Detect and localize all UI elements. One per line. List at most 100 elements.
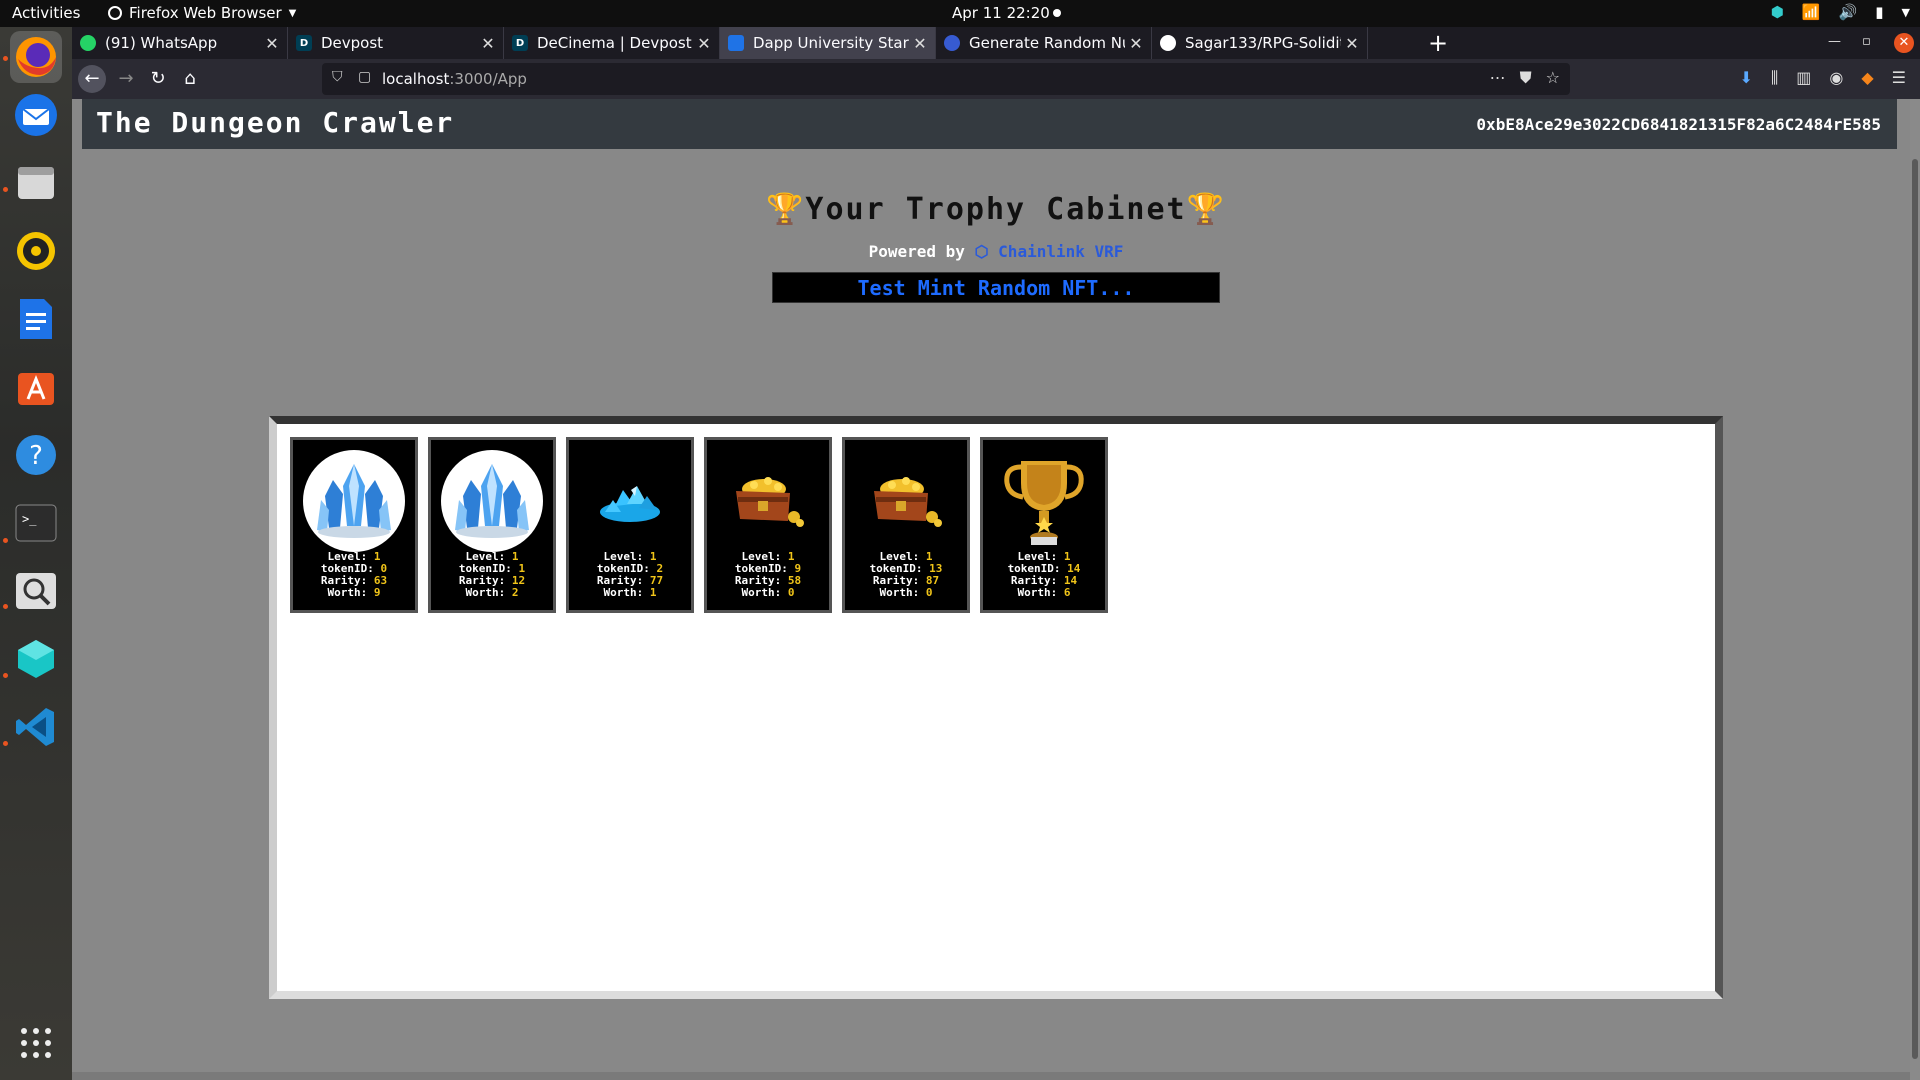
dock-software[interactable] — [10, 361, 62, 413]
vertical-scrollbar[interactable] — [1910, 99, 1920, 1080]
tab-dapp-university[interactable]: Dapp University Starter K ✕ — [720, 27, 936, 59]
page-info-icon[interactable]: ▢ — [358, 69, 371, 85]
home-icon[interactable]: ⌂ — [178, 67, 202, 91]
power-menu-icon[interactable]: ▼ — [1902, 6, 1910, 19]
page-title: 🏆Your Trophy Cabinet🏆 — [72, 192, 1920, 227]
tab-strip: (91) WhatsApp ✕ D Devpost ✕ D DeCinema |… — [72, 27, 1920, 59]
system-tray[interactable]: ⬢ 📶 🔊 ▮ ▼ — [1771, 3, 1910, 21]
worth-value: 9 — [373, 586, 381, 599]
horizontal-scrollbar[interactable] — [72, 1072, 1920, 1080]
app-grid-icon — [21, 1028, 51, 1058]
files-icon — [18, 167, 54, 199]
dock-files[interactable] — [10, 157, 62, 209]
app-menu[interactable]: Firefox Web Browser ▼ — [108, 4, 296, 22]
url-bar[interactable]: ⛉ ▢ localhost:3000/App ⋯ ⛊ ☆ — [322, 63, 1570, 95]
worth-value: 0 — [925, 586, 933, 599]
app-store-icon — [18, 373, 54, 405]
reload-icon[interactable]: ↻ — [146, 67, 170, 91]
caret-down-icon: ▼ — [288, 7, 297, 19]
libreoffice-writer-icon — [20, 299, 52, 339]
close-tab-icon[interactable]: ✕ — [477, 34, 499, 53]
minimize-icon[interactable]: — — [1828, 34, 1841, 49]
sidebar-icon[interactable]: ▥ — [1796, 68, 1811, 88]
nft-card[interactable]: Level: 1 tokenID: 2 Rarity: 77 Worth: 1 — [566, 437, 694, 613]
url-text[interactable]: localhost:3000/App — [382, 70, 527, 88]
wallet-address: 0xbE8Ace29e3022CD6841821315F82a6C2484rE5… — [1476, 115, 1881, 134]
mint-random-nft-button[interactable]: Test Mint Random NFT... — [772, 272, 1220, 303]
crystal-icon — [441, 450, 543, 552]
tab-github[interactable]: Sagar133/RPG-Solidity-C ✕ — [1152, 27, 1368, 59]
url-host: localhost — [382, 70, 450, 88]
tab-decinema[interactable]: D DeCinema | Devpost ✕ — [504, 27, 720, 59]
app-menu-label: Firefox Web Browser — [129, 4, 282, 22]
page-actions-menu-icon[interactable]: ⋯ — [1490, 68, 1506, 88]
dock-cube-app[interactable] — [10, 633, 62, 685]
window-close-icon[interactable]: ✕ — [1894, 33, 1914, 53]
running-indicator — [3, 741, 8, 746]
pocket-icon[interactable]: ⛊ — [1520, 68, 1532, 88]
dock-vscode[interactable] — [10, 701, 62, 753]
nft-card[interactable]: Level: 1 tokenID: 9 Rarity: 58 Worth: 0 — [704, 437, 832, 613]
dock-search[interactable] — [10, 565, 62, 617]
hamburger-menu-icon[interactable]: ☰ — [1892, 68, 1906, 88]
account-icon[interactable]: ◉ — [1829, 68, 1843, 88]
devpost-favicon-icon: D — [296, 35, 312, 51]
activities-button[interactable]: Activities — [12, 4, 80, 22]
dock-writer[interactable] — [10, 293, 62, 345]
svg-text:?: ? — [29, 441, 43, 471]
tab-whatsapp[interactable]: (91) WhatsApp ✕ — [72, 27, 288, 59]
nft-card[interactable]: Level: 1 tokenID: 1 Rarity: 12 Worth: 2 — [428, 437, 556, 613]
clock[interactable]: Apr 11 22:20 — [952, 4, 1050, 22]
nft-stats: Level: 1 tokenID: 0 Rarity: 63 Worth: 9 — [293, 551, 415, 599]
help-icon: ? — [16, 435, 56, 475]
forward-arrow-icon[interactable]: → — [114, 67, 138, 91]
back-arrow-icon[interactable]: ← — [78, 65, 106, 93]
chainlink-vrf-link[interactable]: Chainlink VRF — [998, 242, 1123, 261]
svg-text:>_: >_ — [22, 512, 37, 526]
app-title[interactable]: The Dungeon Crawler — [96, 106, 454, 139]
tab-random-numbers[interactable]: Generate Random Numbe ✕ — [936, 27, 1152, 59]
close-tab-icon[interactable]: ✕ — [693, 34, 715, 53]
terminal-icon: >_ — [15, 504, 57, 542]
running-indicator — [3, 56, 8, 61]
dock-show-apps[interactable] — [10, 1017, 62, 1069]
dock-rhythmbox[interactable] — [10, 225, 62, 277]
downloads-icon[interactable]: ⬇ — [1739, 68, 1752, 88]
close-tab-icon[interactable]: ✕ — [909, 34, 931, 53]
metamask-extension-icon[interactable]: ◆ — [1861, 68, 1873, 88]
toolbar-icons: ⬇ ⫼ ▥ ◉ ◆ ☰ — [1739, 68, 1920, 88]
chainlink-hexagon-icon: ⬡ — [974, 242, 989, 261]
nft-card[interactable]: Level: 1 tokenID: 14 Rarity: 14 Worth: 6 — [980, 437, 1108, 613]
whatsapp-favicon-icon — [80, 35, 96, 51]
rhythmbox-icon — [17, 232, 55, 270]
close-tab-icon[interactable]: ✕ — [261, 34, 283, 53]
tracking-shield-icon[interactable]: ⛉ — [332, 69, 343, 85]
app-navbar: The Dungeon Crawler 0xbE8Ace29e3022CD684… — [82, 99, 1897, 149]
new-tab-plus-icon[interactable]: + — [1428, 29, 1448, 57]
dock-firefox[interactable] — [10, 31, 62, 83]
system-top-bar: Activities Firefox Web Browser ▼ Apr 11 … — [0, 0, 1920, 27]
bookmark-star-icon[interactable]: ☆ — [1546, 68, 1560, 88]
close-tab-icon[interactable]: ✕ — [1125, 34, 1147, 53]
running-indicator — [3, 673, 8, 678]
nft-card[interactable]: Level: 1 tokenID: 0 Rarity: 63 Worth: 9 — [290, 437, 418, 613]
dock-terminal[interactable]: >_ — [10, 497, 62, 549]
worth-value: 1 — [649, 586, 657, 599]
tab-title: Devpost — [321, 34, 384, 52]
cube-app-indicator-icon[interactable]: ⬢ — [1771, 3, 1784, 21]
trophy-icon — [993, 450, 1095, 552]
gem-pile-icon — [579, 450, 681, 552]
scrollbar-thumb[interactable] — [1912, 159, 1918, 1059]
worth-label: Worth: — [327, 586, 374, 599]
close-tab-icon[interactable]: ✕ — [1341, 34, 1363, 53]
tab-devpost[interactable]: D Devpost ✕ — [288, 27, 504, 59]
library-icon[interactable]: ⫼ — [1771, 68, 1778, 88]
devpost-favicon-icon: D — [512, 35, 528, 51]
dock-thunderbird[interactable] — [10, 89, 62, 141]
dock-help[interactable]: ? — [10, 429, 62, 481]
running-indicator — [3, 187, 8, 192]
nft-card[interactable]: Level: 1 tokenID: 13 Rarity: 87 Worth: 0 — [842, 437, 970, 613]
firefox-icon — [16, 37, 56, 77]
nft-stats: Level: 1 tokenID: 2 Rarity: 77 Worth: 1 — [569, 551, 691, 599]
maximize-icon[interactable]: ▫ — [1862, 34, 1871, 49]
